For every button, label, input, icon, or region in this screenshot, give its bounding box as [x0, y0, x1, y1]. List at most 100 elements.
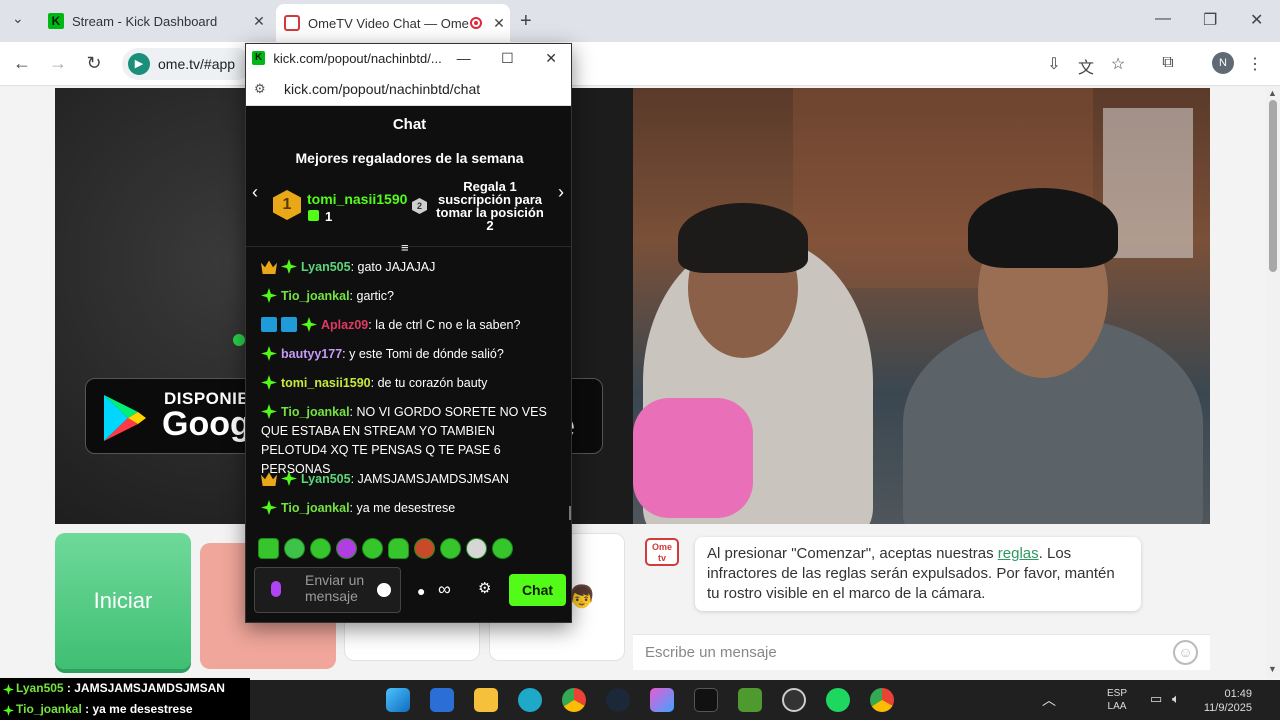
file-explorer-icon[interactable] — [474, 688, 498, 712]
minimize-icon[interactable]: — — [1155, 10, 1171, 28]
kick-points-icon[interactable]: ● — [417, 583, 425, 599]
chat-username[interactable]: Tio_joankal — [281, 405, 350, 419]
language-indicator[interactable]: ESP LAA — [1107, 687, 1127, 713]
start-button[interactable]: Iniciar — [55, 533, 191, 669]
store-icon[interactable] — [430, 688, 454, 712]
steam-icon[interactable] — [606, 688, 630, 712]
tab-close-icon[interactable]: ✕ — [248, 13, 270, 30]
chat-username[interactable]: Tio_joankal — [281, 289, 350, 303]
chat-message: Tio_joankal: gartic? — [261, 287, 561, 306]
chrome-icon[interactable] — [562, 688, 586, 712]
chat-username[interactable]: bautyy177 — [281, 347, 342, 361]
emote-icon[interactable] — [414, 538, 435, 559]
emote-icon[interactable] — [492, 538, 513, 559]
tiktok-icon[interactable] — [694, 688, 718, 712]
reload-icon[interactable]: ↻ — [82, 53, 106, 74]
profile-avatar[interactable]: N — [1212, 52, 1234, 74]
window-close-icon[interactable]: ✕ — [1250, 10, 1263, 30]
tab-search-icon[interactable]: ⌄ — [12, 10, 24, 27]
emote-icon[interactable] — [284, 538, 305, 559]
send-chat-button[interactable]: Chat — [509, 574, 566, 606]
chrome-profile-icon[interactable] — [870, 688, 894, 712]
rules-link[interactable]: reglas — [998, 545, 1039, 562]
spotify-icon[interactable] — [826, 688, 850, 712]
site-info-icon[interactable]: ⚙ — [254, 81, 278, 97]
chat-username[interactable]: Lyan505 — [301, 472, 351, 486]
lang-bottom: LAA — [1107, 701, 1127, 712]
scroll-up-icon[interactable]: ▲ — [1268, 88, 1277, 98]
chat-text: : ya me desestrese — [349, 501, 456, 515]
chat-scrollbar[interactable] — [569, 506, 571, 520]
chat-settings-icon[interactable]: ⚙ — [478, 579, 491, 597]
top-gifter-name[interactable]: tomi_nasii1590 — [307, 191, 407, 207]
obs-icon[interactable] — [782, 688, 806, 712]
extensions-icon[interactable]: ⧉ — [1157, 54, 1179, 72]
menu-icon[interactable]: ⋮ — [1244, 54, 1266, 74]
stream-chat-overlay: Lyan505 : JAMSJAMSJAMDSJMSAN Tio_joankal… — [0, 678, 250, 720]
crown-badge-icon — [261, 260, 277, 274]
chat-input[interactable]: Enviar un mensaje — [254, 567, 401, 613]
emote-icon[interactable] — [466, 538, 487, 559]
site-camera-icon: ▶ — [128, 53, 150, 75]
emote-icon[interactable] — [336, 538, 357, 559]
popup-minimize-icon[interactable]: — — [442, 50, 486, 66]
chat-messages: Lyan505: gato JAJAJAJ Tio_joankal: garti… — [246, 254, 571, 528]
chat-message: Tio_joankal: ya me desestrese — [261, 499, 561, 518]
kick-chat-popup: K kick.com/popout/nachinbtd/... — ☐ ✕ ⚙ … — [245, 43, 572, 623]
sub-badge-icon — [301, 317, 317, 332]
chat-username[interactable]: tomi_nasii1590 — [281, 376, 371, 390]
forward-icon[interactable]: → — [46, 53, 70, 74]
emoji-picker-icon[interactable] — [377, 583, 391, 597]
chat-message: Aplaz09: la de ctrl C no e la saben? — [261, 316, 561, 335]
chat-message: Lyan505: JAMSJAMSJAMDSJMSAN — [261, 470, 561, 489]
emote-icon[interactable] — [362, 538, 383, 559]
restore-icon[interactable]: ❐ — [1203, 10, 1217, 30]
scroll-down-icon[interactable]: ▼ — [1268, 664, 1277, 674]
volume-icon[interactable]: 🔈︎ — [1172, 691, 1180, 707]
page-scrollbar[interactable]: ▲ ▼ — [1266, 86, 1280, 678]
tab-ometv[interactable]: OmeTV Video Chat — Ome ✕ — [276, 4, 510, 42]
popup-close-icon[interactable]: ✕ — [529, 50, 571, 67]
tab-close-icon[interactable]: ✕ — [488, 15, 510, 32]
infinity-icon[interactable]: ∞ — [438, 579, 451, 600]
copilot-icon[interactable] — [650, 688, 674, 712]
minecraft-icon[interactable] — [738, 688, 762, 712]
back-icon[interactable]: ← — [10, 53, 34, 74]
emote-icon[interactable] — [388, 538, 409, 559]
popup-maximize-icon[interactable]: ☐ — [485, 50, 529, 67]
browser-toolbar: ← → ↻ ▶ ome.tv/#app ⇩ 文 ☆ ⧉ N ⋮ — [0, 42, 1280, 86]
clock[interactable]: 01:49 11/9/2025 — [1200, 687, 1252, 715]
popup-url-bar[interactable]: ⚙ kick.com/popout/nachinbtd/chat — [246, 72, 571, 106]
tab-kick-dashboard[interactable]: K Stream - Kick Dashboard ✕ — [40, 6, 270, 36]
emoji-icon[interactable]: ☺ — [1173, 640, 1198, 665]
gift-icon — [308, 210, 319, 221]
chat-username[interactable]: Lyan505 — [301, 260, 351, 274]
network-icon[interactable]: ▭ — [1150, 691, 1162, 707]
message-input[interactable]: Escribe un mensaje ☺ — [633, 634, 1210, 670]
chat-username[interactable]: Aplaz09 — [321, 318, 368, 332]
chevron-left-icon[interactable]: ‹ — [252, 182, 258, 203]
emote-icon[interactable] — [310, 538, 331, 559]
chat-username[interactable]: Tio_joankal — [281, 501, 350, 515]
ometv-logo: Ome tv — [645, 538, 679, 566]
windows-start-icon[interactable] — [386, 688, 410, 712]
pinned-toggle-icon[interactable]: ≡ — [401, 240, 409, 255]
install-icon[interactable]: ⇩ — [1043, 54, 1065, 74]
kick-favicon-icon: K — [252, 51, 266, 65]
emote-icon[interactable] — [440, 538, 461, 559]
face-icon: 👦 — [568, 584, 596, 609]
rank-1-medal: 1 — [273, 190, 301, 220]
new-tab-icon[interactable]: + — [520, 10, 532, 33]
ometv-page: DISPONIBLE Googl e Iniciar 👦 Ome tv Al p… — [0, 86, 1266, 678]
translate-icon[interactable]: 文 — [1075, 54, 1097, 78]
bookmark-star-icon[interactable]: ☆ — [1107, 54, 1129, 74]
address-bar[interactable]: ▶ ome.tv/#app — [122, 48, 252, 80]
microphone-icon[interactable] — [271, 581, 281, 597]
edge-icon[interactable] — [518, 688, 542, 712]
browser-tab-bar: ⌄ K Stream - Kick Dashboard ✕ OmeTV Vide… — [0, 0, 1280, 42]
tray-expand-icon[interactable]: ︿ — [1042, 690, 1056, 710]
chat-text: : la de ctrl C no e la saben? — [368, 318, 521, 332]
emote-icon[interactable] — [258, 538, 279, 559]
scroll-thumb[interactable] — [1269, 100, 1277, 272]
chevron-right-icon[interactable]: › — [558, 182, 564, 203]
